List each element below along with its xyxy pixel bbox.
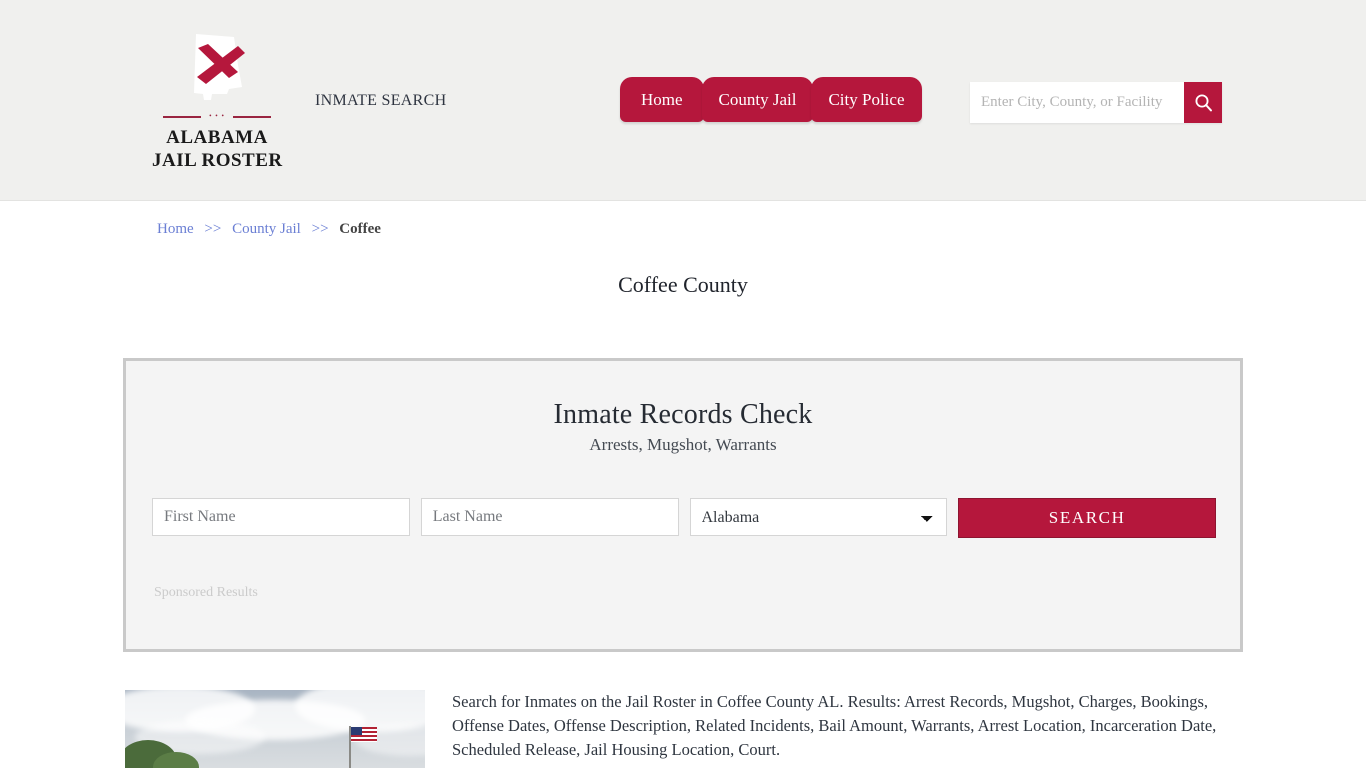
breadcrumb-separator: >>: [312, 221, 329, 237]
panel-title: Inmate Records Check: [126, 361, 1240, 431]
logo-divider: • • •: [163, 112, 271, 122]
search-icon: [1194, 93, 1213, 112]
breadcrumb-item-current: Coffee: [339, 221, 381, 237]
header-search-button[interactable]: [1184, 82, 1222, 123]
last-name-input[interactable]: [421, 498, 679, 536]
breadcrumb-item-home[interactable]: Home: [157, 221, 194, 237]
brand-name-line2: JAIL ROSTER: [152, 149, 282, 172]
site-logo[interactable]: • • • ALABAMA JAIL ROSTER: [152, 32, 282, 172]
first-name-input[interactable]: [152, 498, 410, 536]
sponsored-results-label: Sponsored Results: [154, 585, 258, 601]
nav-county-jail[interactable]: County Jail: [702, 77, 814, 122]
site-tagline: INMATE SEARCH: [315, 92, 446, 110]
search-submit-button[interactable]: SEARCH: [958, 498, 1216, 538]
panel-subtitle: Arrests, Mugshot, Warrants: [126, 435, 1240, 455]
breadcrumb-separator: >>: [204, 221, 221, 237]
breadcrumb-item-county-jail[interactable]: County Jail: [232, 221, 301, 237]
inmate-records-panel: Inmate Records Check Arrests, Mugshot, W…: [123, 358, 1243, 652]
county-description-paragraph: Search for Inmates on the Jail Roster in…: [425, 690, 1245, 768]
county-thumbnail-image: [125, 690, 425, 768]
inmate-search-form: AlabamaAlaskaArizonaArkansasCalifornia S…: [152, 498, 1216, 538]
state-select[interactable]: AlabamaAlaskaArizonaArkansasCalifornia: [690, 498, 948, 536]
header-search-input[interactable]: [970, 82, 1184, 123]
nav-city-police[interactable]: City Police: [811, 77, 921, 122]
brand-name-line1: ALABAMA: [152, 126, 282, 149]
main-navigation: Home County Jail City Police: [620, 77, 920, 129]
breadcrumb: Home >> County Jail >> Coffee: [157, 221, 381, 238]
header-search-bar: [970, 82, 1222, 123]
nav-home[interactable]: Home: [620, 77, 704, 122]
content-row: Search for Inmates on the Jail Roster in…: [125, 690, 1245, 768]
site-header: • • • ALABAMA JAIL ROSTER INMATE SEARCH …: [0, 0, 1366, 201]
alabama-state-flag-icon: [152, 32, 282, 110]
page-title: Coffee County: [0, 272, 1366, 298]
